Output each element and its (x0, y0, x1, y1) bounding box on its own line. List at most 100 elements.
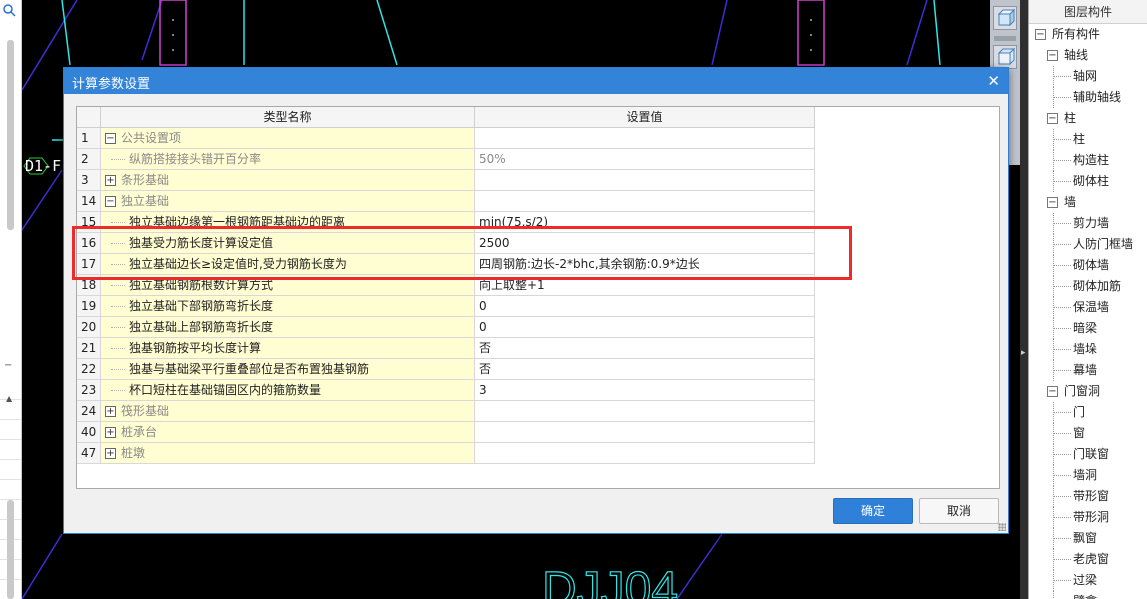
layer-tree-item[interactable]: 柱 (1029, 129, 1147, 150)
layer-tree-item[interactable]: 壁龛 (1029, 591, 1147, 599)
left-scrollbar[interactable] (7, 40, 14, 230)
layer-tree-item[interactable]: 老虎窗 (1029, 549, 1147, 570)
param-value-cell[interactable] (475, 443, 815, 464)
layer-tree-item[interactable]: 人防门框墙 (1029, 234, 1147, 255)
param-name-cell[interactable]: 独基受力筋长度计算设定值 (101, 233, 475, 254)
grid-row[interactable]: 47 + 桩墩 (77, 443, 815, 464)
collapse-icon[interactable]: − (1047, 197, 1058, 208)
collapse-icon[interactable]: − (1047, 386, 1058, 397)
param-value-cell[interactable]: 否 (475, 359, 815, 380)
layer-tree-item[interactable]: 带形洞 (1029, 507, 1147, 528)
layer-tree-item[interactable]: 过梁 (1029, 570, 1147, 591)
layer-tree-item[interactable]: 飘窗 (1029, 528, 1147, 549)
layer-tree-item[interactable]: 砌体墙 (1029, 255, 1147, 276)
collapse-icon[interactable]: − (4, 360, 12, 371)
param-name-cell[interactable]: 纵筋搭接接头错开百分率 (101, 149, 475, 170)
expand-icon[interactable]: + (105, 406, 116, 417)
param-value-cell[interactable] (475, 401, 815, 422)
cube-top-icon[interactable] (993, 45, 1017, 69)
cancel-button[interactable]: 取消 (919, 498, 999, 524)
collapse-icon[interactable]: − (1047, 50, 1058, 61)
layer-tree-item[interactable]: 暗梁 (1029, 318, 1147, 339)
layer-tree-item[interactable]: 窗 (1029, 423, 1147, 444)
dialog-titlebar[interactable]: 计算参数设置 ✕ (64, 68, 1008, 94)
param-name-cell[interactable]: 独立基础上部钢筋弯折长度 (101, 317, 475, 338)
layer-tree-item[interactable]: − 柱 (1029, 108, 1147, 129)
param-value-cell[interactable]: 四周钢筋:边长-2*bhc,其余钢筋:0.9*边长 (475, 254, 815, 275)
layer-tree-item[interactable]: 门联窗 (1029, 444, 1147, 465)
layer-tree-item[interactable]: − 轴线 (1029, 45, 1147, 66)
param-value-cell[interactable] (475, 170, 815, 191)
param-name-cell[interactable]: 独立基础边缘第一根钢筋距基础边的距离 (101, 212, 475, 233)
layer-tree-item[interactable]: 辅助轴线 (1029, 87, 1147, 108)
param-name-cell[interactable]: + 桩墩 (101, 443, 475, 464)
resize-grip-icon[interactable] (998, 523, 1006, 531)
column-header-value[interactable]: 设置值 (475, 107, 815, 128)
layer-tree-item[interactable]: 门 (1029, 402, 1147, 423)
grid-row[interactable]: 19 独立基础下部钢筋弯折长度 0 (77, 296, 815, 317)
grid-row[interactable]: 18 独立基础钢筋根数计算方式 向上取整+1 (77, 275, 815, 296)
layer-tree-item[interactable]: 保温墙 (1029, 297, 1147, 318)
param-value-cell[interactable]: 0 (475, 317, 815, 338)
layer-tree-item[interactable]: − 门窗洞 (1029, 381, 1147, 402)
grid-row[interactable]: 17 独立基础边长≥设定值时,受力钢筋长度为 四周钢筋:边长-2*bhc,其余钢筋:… (77, 254, 815, 275)
param-value-cell[interactable]: 0 (475, 296, 815, 317)
param-value-cell[interactable]: 3 (475, 380, 815, 401)
up-arrow-icon[interactable]: ▲ (6, 394, 12, 403)
grid-row[interactable]: 2 纵筋搭接接头错开百分率 50% (77, 149, 815, 170)
layer-tree-item[interactable]: 墙垛 (1029, 339, 1147, 360)
layer-tree-item[interactable]: 带形窗 (1029, 486, 1147, 507)
search-icon[interactable] (2, 3, 16, 17)
grid-row[interactable]: 40 + 桩承台 (77, 422, 815, 443)
layer-tree-item[interactable]: 砌体加筋 (1029, 276, 1147, 297)
grid-row[interactable]: 23 杯口短柱在基础锚固区内的箍筋数量 3 (77, 380, 815, 401)
param-value-cell[interactable]: min(75,s/2) (475, 212, 815, 233)
collapse-icon[interactable]: − (1035, 29, 1046, 40)
splitter-bar[interactable]: ▸ (1020, 0, 1028, 599)
collapse-icon[interactable]: − (105, 133, 116, 144)
param-name-cell[interactable]: 独立基础边长≥设定值时,受力钢筋长度为 (101, 254, 475, 275)
layer-tree-item[interactable]: 幕墙 (1029, 360, 1147, 381)
param-value-cell[interactable]: 50% (475, 149, 815, 170)
param-value-cell[interactable] (475, 191, 815, 212)
layer-tree-item[interactable]: 砌体柱 (1029, 171, 1147, 192)
param-name-cell[interactable]: + 条形基础 (101, 170, 475, 191)
grid-row[interactable]: 16 独基受力筋长度计算设定值 2500 (77, 233, 815, 254)
layer-tree-item[interactable]: 轴网 (1029, 66, 1147, 87)
param-name-cell[interactable]: 独基钢筋按平均长度计算 (101, 338, 475, 359)
param-name-cell[interactable]: 独立基础下部钢筋弯折长度 (101, 296, 475, 317)
grid-row[interactable]: 15 独立基础边缘第一根钢筋距基础边的距离 min(75,s/2) (77, 212, 815, 233)
ok-button[interactable]: 确定 (833, 498, 913, 524)
grid-row[interactable]: 1− 公共设置项 (77, 128, 815, 149)
param-value-cell[interactable]: 向上取整+1 (475, 275, 815, 296)
param-name-cell[interactable]: 独基与基础梁平行重叠部位是否布置独基钢筋 (101, 359, 475, 380)
param-value-cell[interactable] (475, 422, 815, 443)
grid-row[interactable]: 3 + 条形基础 (77, 170, 815, 191)
layer-tree-item[interactable]: − 所有构件 (1029, 24, 1147, 45)
close-icon[interactable]: ✕ (987, 72, 1000, 90)
param-name-cell[interactable]: 独立基础钢筋根数计算方式 (101, 275, 475, 296)
expand-icon[interactable]: + (105, 175, 116, 186)
grid-row[interactable]: 14− 独立基础 (77, 191, 815, 212)
collapse-icon[interactable]: − (105, 196, 116, 207)
cube-front-icon[interactable] (993, 6, 1017, 30)
layer-tree-item[interactable]: 墙洞 (1029, 465, 1147, 486)
layer-tree-item[interactable]: − 墙 (1029, 192, 1147, 213)
param-name-cell[interactable]: − 独立基础 (101, 191, 475, 212)
param-value-cell[interactable]: 2500 (475, 233, 815, 254)
param-name-cell[interactable]: + 筏形基础 (101, 401, 475, 422)
grid-row[interactable]: 22 独基与基础梁平行重叠部位是否布置独基钢筋 否 (77, 359, 815, 380)
column-header-name[interactable]: 类型名称 (101, 107, 475, 128)
param-value-cell[interactable] (475, 128, 815, 149)
grid-row[interactable]: 24 + 筏形基础 (77, 401, 815, 422)
param-name-cell[interactable]: 杯口短柱在基础锚固区内的箍筋数量 (101, 380, 475, 401)
expand-icon[interactable]: + (105, 448, 116, 459)
param-value-cell[interactable]: 否 (475, 338, 815, 359)
param-name-cell[interactable]: − 公共设置项 (101, 128, 475, 149)
layer-tree-item[interactable]: 构造柱 (1029, 150, 1147, 171)
layer-tree-item[interactable]: 剪力墙 (1029, 213, 1147, 234)
collapse-icon[interactable]: − (1047, 113, 1058, 124)
left-scrollbar-lower[interactable] (7, 500, 14, 599)
grid-row[interactable]: 20 独立基础上部钢筋弯折长度 0 (77, 317, 815, 338)
param-name-cell[interactable]: + 桩承台 (101, 422, 475, 443)
